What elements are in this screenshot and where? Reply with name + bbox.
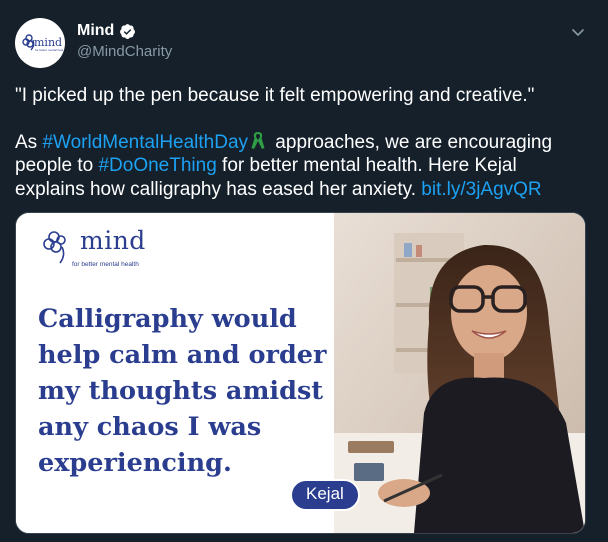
image-quote: Calligraphy would help calm and order my…: [38, 301, 338, 481]
woman-with-glasses-smiling-calligraphy-photo: [334, 213, 585, 533]
brand-tagline: for better mental health: [72, 261, 139, 268]
quote-line: experiencing.: [38, 448, 232, 478]
name-label: Kejal: [290, 479, 360, 511]
quote-line: Calligraphy would: [38, 304, 297, 334]
chevron-down-icon[interactable]: [570, 24, 586, 40]
quote-line: any chaos I was: [38, 412, 262, 442]
tweet-text: "I picked up the pen because it felt emp…: [15, 84, 585, 201]
verified-badge-icon: [120, 23, 136, 39]
svg-text:for better mental health: for better mental health: [35, 48, 63, 52]
tweet-body: As #WorldMentalHealthDay approaches, we …: [15, 131, 585, 202]
tweet-quote-line: "I picked up the pen because it felt emp…: [15, 85, 535, 106]
avatar[interactable]: mind for better mental health: [15, 18, 65, 68]
mind-logo-icon: mind for better mental health: [22, 34, 63, 52]
body-text: As: [15, 131, 43, 153]
green-ribbon-icon: [251, 131, 265, 149]
quote-line: help calm and order: [38, 340, 327, 370]
mind-brand: mind: [42, 227, 146, 265]
tweet-link[interactable]: bit.ly/3jAgvQR: [421, 179, 541, 200]
quote-line: my thoughts amidst: [38, 376, 324, 406]
hashtag-worldmentalhealthday[interactable]: #WorldMentalHealthDay: [42, 132, 248, 153]
author-name[interactable]: Mind: [77, 22, 114, 40]
brand-word: mind: [80, 226, 146, 255]
mind-flower-icon: [43, 231, 66, 264]
media-card[interactable]: mind for better mental health Calligraph…: [15, 212, 586, 534]
author-block: Mind @MindCharity: [77, 22, 172, 60]
author-handle[interactable]: @MindCharity: [77, 43, 172, 60]
tweet[interactable]: mind for better mental health Mind @Mind…: [0, 0, 608, 542]
hashtag-doonething[interactable]: #DoOneThing: [98, 155, 216, 176]
